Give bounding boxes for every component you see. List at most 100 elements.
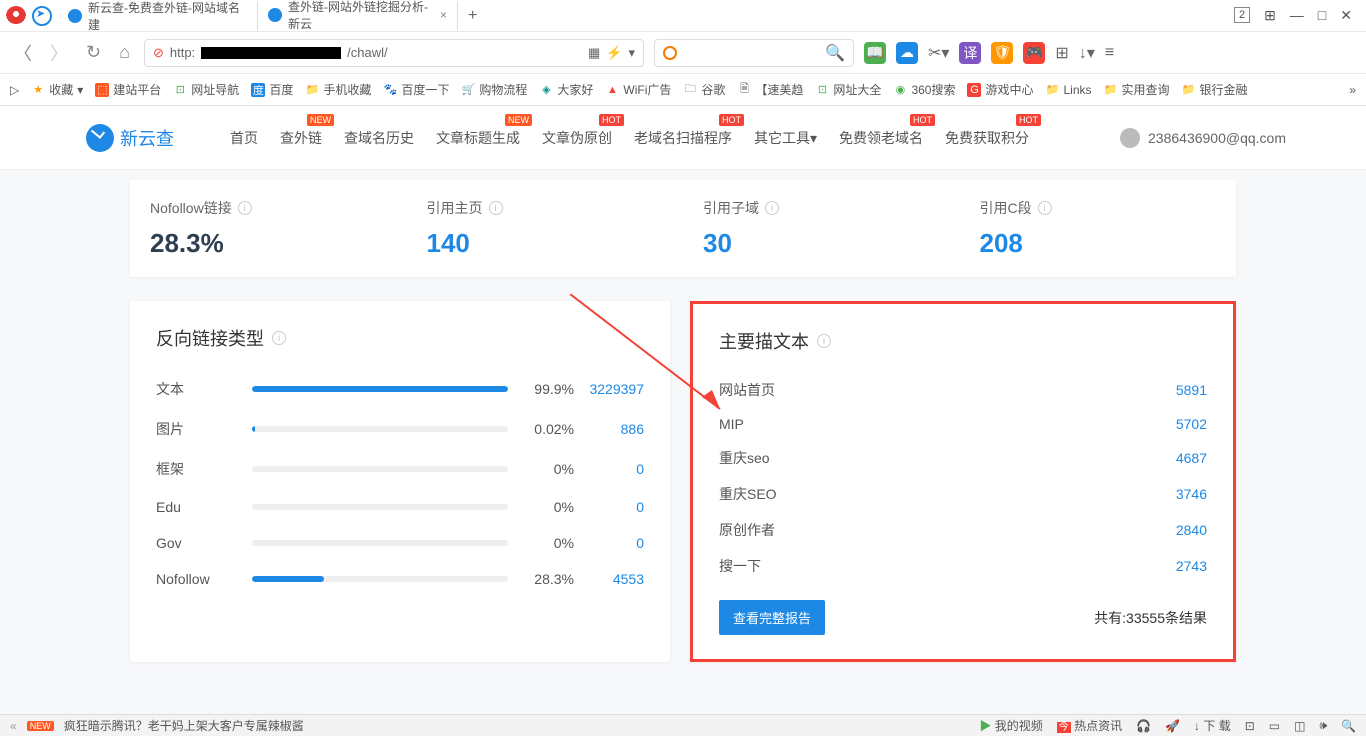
- bookmark-item[interactable]: ⊡网址大全: [815, 81, 881, 98]
- type-count[interactable]: 0: [574, 535, 644, 551]
- bookmarks-bar: ▷ ★收藏▾ ⬚建站平台 ⊡网址导航 度百度 📁手机收藏 🐾百度一下 🛒购物流程…: [0, 74, 1366, 106]
- anchor-count[interactable]: 4687: [1176, 450, 1207, 466]
- bookmark-item[interactable]: 🗎【速美趋: [737, 81, 803, 98]
- type-count[interactable]: 0: [574, 461, 644, 477]
- collection-icon[interactable]: ⊡: [1245, 719, 1255, 733]
- nav-item[interactable]: 免费获取积分HOT: [937, 124, 1037, 152]
- info-icon[interactable]: i: [817, 334, 831, 348]
- type-count[interactable]: 0: [574, 499, 644, 515]
- my-video-button[interactable]: ▶ 我的视频: [979, 717, 1042, 734]
- bookmark-item[interactable]: 📁实用查询: [1104, 81, 1170, 98]
- headphones-icon[interactable]: 🎧: [1136, 719, 1151, 733]
- view-full-report-button[interactable]: 查看完整报告: [719, 600, 825, 635]
- split-icon[interactable]: ◫: [1294, 719, 1305, 733]
- site-header: 新云查 首页查外链NEW查域名历史文章标题生成NEW文章伪原创HOT老域名扫描程…: [0, 106, 1366, 170]
- book-icon[interactable]: 📖: [864, 42, 886, 64]
- nav-item[interactable]: 老域名扫描程序HOT: [626, 124, 740, 152]
- nav-item[interactable]: 首页: [222, 124, 266, 152]
- anchor-row: 重庆SEO3746: [719, 476, 1207, 512]
- close-button[interactable]: ✕: [1340, 7, 1352, 24]
- type-row: Nofollow28.3%4553: [156, 561, 644, 597]
- bookmark-item[interactable]: ⊡网址导航: [173, 81, 239, 98]
- info-icon[interactable]: i: [272, 331, 286, 345]
- nav-item[interactable]: 其它工具▾: [746, 124, 825, 152]
- tab-1[interactable]: 新云查-免费查外链-网站域名建: [58, 1, 258, 31]
- window-icon[interactable]: ▭: [1269, 719, 1280, 733]
- bookmark-item[interactable]: ▲WiFi广告: [605, 81, 671, 98]
- bookmark-item[interactable]: ⬚建站平台: [95, 81, 161, 98]
- app-icon[interactable]: [6, 6, 26, 26]
- bookmark-item[interactable]: ◈大家好: [539, 81, 593, 98]
- maximize-button[interactable]: □: [1318, 7, 1326, 24]
- stat-label: Nofollow链接 i: [150, 198, 387, 218]
- scissors-icon[interactable]: ✂▾: [928, 43, 949, 63]
- info-icon[interactable]: i: [489, 201, 503, 215]
- stat-value: 208: [980, 228, 1217, 259]
- translate-icon[interactable]: 译: [959, 42, 981, 64]
- main-nav: 首页查外链NEW查域名历史文章标题生成NEW文章伪原创HOT老域名扫描程序HOT…: [222, 124, 1037, 152]
- user-info[interactable]: 2386436900@qq.com: [1120, 128, 1286, 148]
- bookmark-item[interactable]: 📁银行金融: [1182, 81, 1248, 98]
- gift-icon[interactable]: ⊞: [1264, 7, 1276, 24]
- nav-item[interactable]: 文章标题生成NEW: [428, 124, 528, 152]
- nav-item[interactable]: 文章伪原创HOT: [534, 124, 620, 152]
- menu-icon[interactable]: ≡: [1105, 44, 1114, 62]
- info-icon[interactable]: i: [1038, 201, 1052, 215]
- qr-icon[interactable]: ▦: [588, 45, 600, 61]
- download-button[interactable]: ↓ 下 载: [1194, 717, 1231, 734]
- info-icon[interactable]: i: [765, 201, 779, 215]
- rocket-icon[interactable]: 🚀: [1165, 719, 1180, 733]
- type-count[interactable]: 886: [574, 421, 644, 437]
- bookmark-item[interactable]: 🗀谷歌: [683, 81, 725, 98]
- reload-button[interactable]: ↻: [82, 42, 105, 63]
- grid-icon[interactable]: ⊞: [1055, 43, 1068, 63]
- zoom-icon[interactable]: 🔍: [1341, 719, 1356, 733]
- hot-news-button[interactable]: 今 热点资讯: [1057, 717, 1122, 734]
- anchor-count[interactable]: 5702: [1176, 416, 1207, 432]
- volume-icon[interactable]: 🕪: [1319, 718, 1327, 733]
- anchor-count[interactable]: 3746: [1176, 486, 1207, 502]
- more-icon[interactable]: ↓▾: [1079, 43, 1095, 63]
- bookmark-item[interactable]: 🛒购物流程: [461, 81, 527, 98]
- search-icon[interactable]: 🔍: [825, 43, 845, 63]
- shield-icon[interactable]: 🛡: [991, 42, 1013, 64]
- bookmarks-more-icon[interactable]: »: [1349, 83, 1356, 97]
- type-count[interactable]: 3229397: [574, 381, 644, 397]
- news-ticker[interactable]: 疯狂暗示腾讯？老干妈上架大客户专属辣椒酱: [64, 717, 304, 734]
- send-icon[interactable]: [32, 6, 52, 26]
- bookmark-item[interactable]: 度百度: [251, 81, 293, 98]
- window-count[interactable]: 2: [1234, 7, 1250, 23]
- sidebar-toggle-icon[interactable]: ▷: [10, 83, 19, 97]
- bookmark-item[interactable]: ◉360搜索: [893, 81, 955, 98]
- anchor-row: 搜一下2743: [719, 548, 1207, 584]
- minimize-button[interactable]: —: [1290, 7, 1304, 24]
- nav-item[interactable]: 查外链NEW: [272, 124, 330, 152]
- close-icon[interactable]: ×: [440, 8, 447, 22]
- info-icon[interactable]: i: [238, 201, 252, 215]
- dropdown-icon[interactable]: ▾: [628, 45, 635, 61]
- flash-icon[interactable]: ⚡: [606, 45, 622, 61]
- logo[interactable]: 新云查: [86, 124, 174, 152]
- bookmark-favorites[interactable]: ★收藏▾: [31, 81, 83, 98]
- game-icon[interactable]: 🎮: [1023, 42, 1045, 64]
- type-name: Gov: [156, 535, 236, 551]
- anchor-count[interactable]: 2840: [1176, 522, 1207, 538]
- anchor-count[interactable]: 5891: [1176, 382, 1207, 398]
- tab-add[interactable]: +: [458, 7, 487, 25]
- bookmark-item[interactable]: 📁手机收藏: [305, 81, 371, 98]
- nav-item[interactable]: 免费领老域名HOT: [831, 124, 931, 152]
- chevron-left-icon[interactable]: «: [10, 719, 17, 733]
- anchor-count[interactable]: 2743: [1176, 558, 1207, 574]
- type-count[interactable]: 4553: [574, 571, 644, 587]
- back-button[interactable]: 〈: [10, 40, 36, 66]
- forward-button[interactable]: 〉: [46, 40, 72, 66]
- tab-2[interactable]: 查外链-网站外链挖掘分析-新云×: [258, 1, 458, 31]
- nav-item[interactable]: 查域名历史: [336, 124, 422, 152]
- bookmark-item[interactable]: 📁Links: [1045, 83, 1091, 97]
- news-icon[interactable]: ☁: [896, 42, 918, 64]
- home-button[interactable]: ⌂: [115, 42, 134, 63]
- bookmark-item[interactable]: G游戏中心: [967, 81, 1033, 98]
- url-input[interactable]: ⊘ http: /chawl/ ▦ ⚡ ▾: [144, 39, 644, 67]
- search-input[interactable]: 🔍: [654, 39, 854, 67]
- bookmark-item[interactable]: 🐾百度一下: [383, 81, 449, 98]
